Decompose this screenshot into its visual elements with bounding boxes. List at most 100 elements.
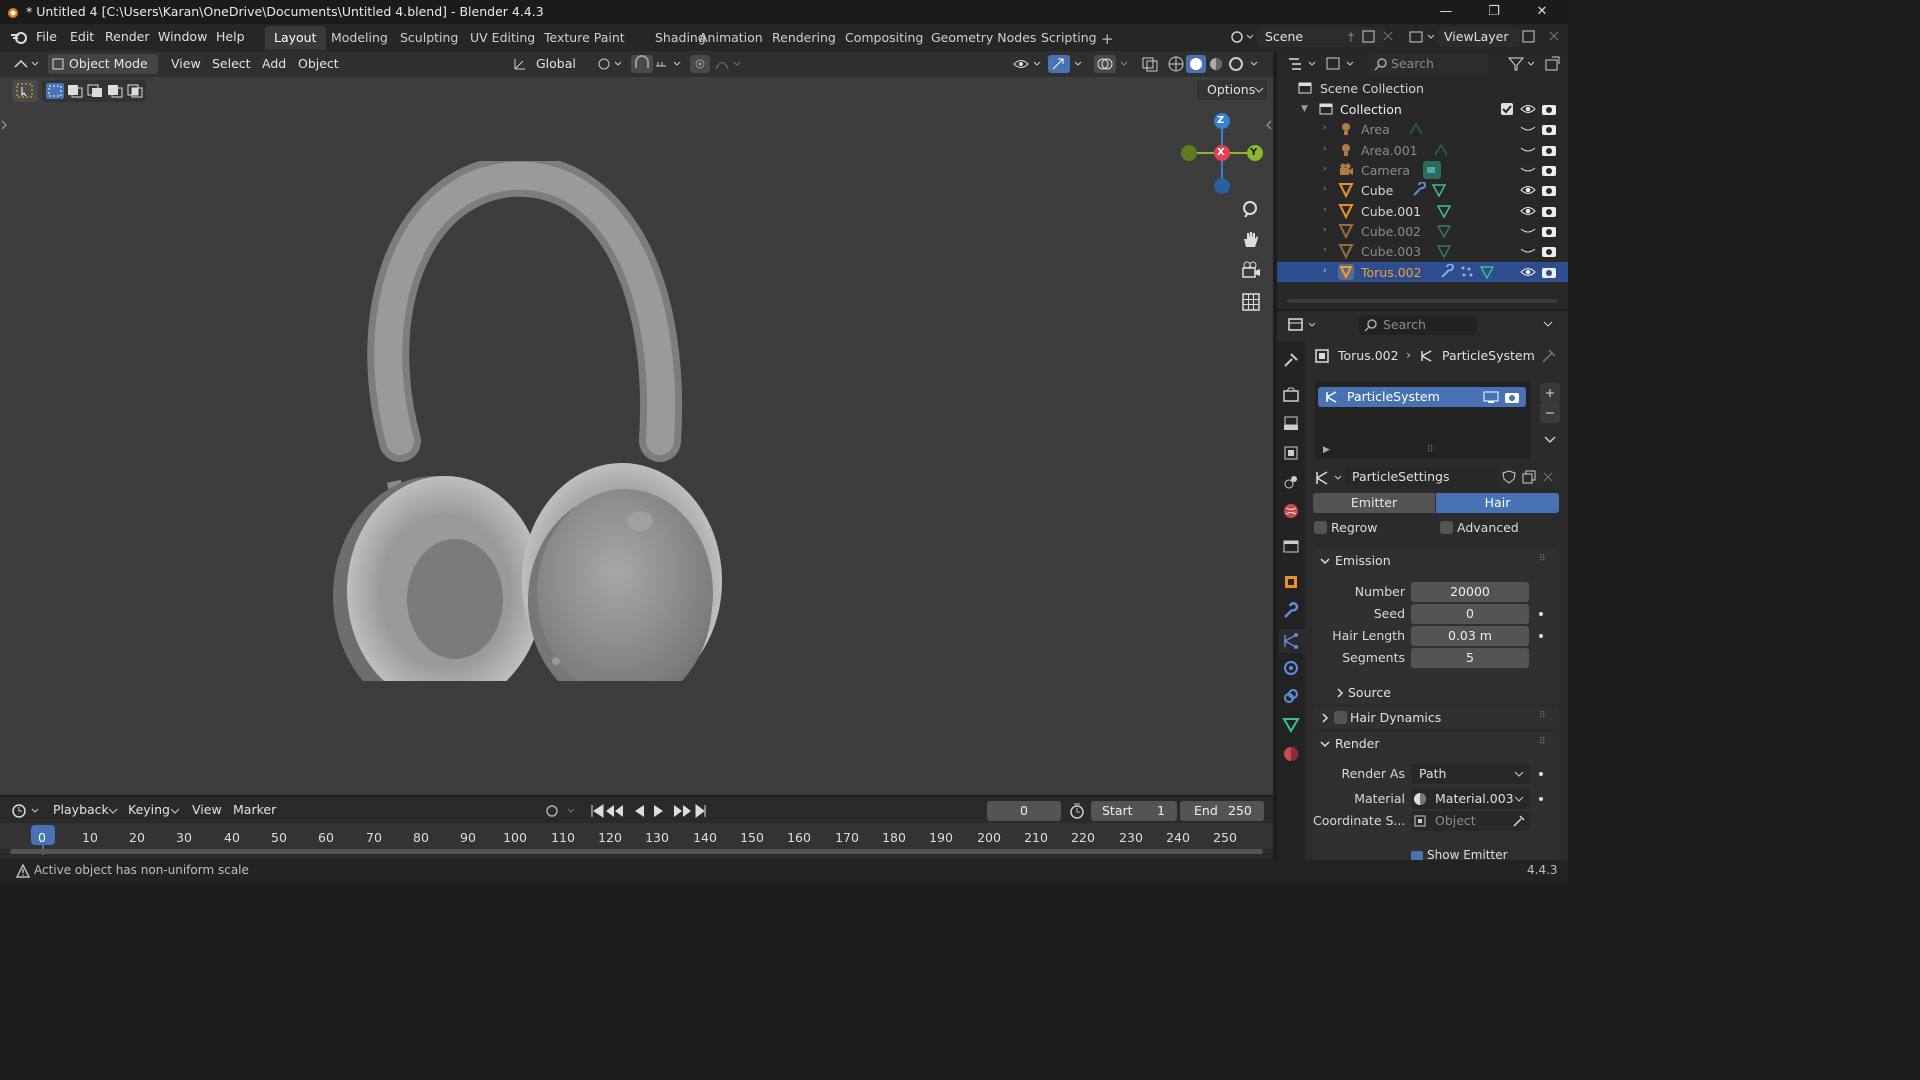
mesh-data-icon[interactable]	[1436, 223, 1452, 239]
new-scene-icon[interactable]	[1361, 28, 1377, 44]
viewport-menu-add[interactable]: Add	[262, 56, 286, 71]
number-field[interactable]: 20000	[1411, 582, 1529, 602]
particles-tab-icon[interactable]	[1282, 632, 1300, 650]
regrow-checkbox[interactable]	[1314, 521, 1327, 534]
new-view-layer-icon[interactable]	[1521, 28, 1537, 44]
start-frame-field[interactable]: Start 1	[1091, 801, 1177, 821]
select-difference-icon[interactable]	[106, 83, 124, 99]
shading-rendered-icon[interactable]	[1226, 55, 1246, 73]
list-expand-icon[interactable]: ▶	[1323, 445, 1330, 455]
scene-browse-icon[interactable]	[1229, 29, 1255, 45]
keyframe-dot-icon[interactable]	[1539, 612, 1543, 616]
headphones-model[interactable]	[320, 161, 740, 681]
tool-tab-icon[interactable]	[1282, 351, 1300, 369]
camera-view-icon[interactable]	[1240, 260, 1262, 282]
drag-grip-icon[interactable]: ⠿	[1539, 737, 1546, 747]
viewport-display-icon[interactable]	[1483, 390, 1499, 404]
select-new-icon[interactable]	[46, 83, 64, 99]
specials-dropdown-icon[interactable]	[1542, 431, 1558, 447]
remove-particle-system-button[interactable]: −	[1540, 403, 1560, 423]
menu-edit[interactable]: Edit	[70, 29, 94, 44]
blender-menu-icon[interactable]	[10, 29, 28, 45]
delete-scene-icon[interactable]	[1381, 29, 1395, 43]
camera-render-icon[interactable]	[1541, 102, 1557, 116]
tab-scripting[interactable]: Scripting	[1032, 26, 1106, 50]
mesh-data-icon[interactable]	[1479, 264, 1495, 280]
pin-icon[interactable]	[1345, 31, 1357, 43]
tab-compositing[interactable]: Compositing	[836, 26, 932, 50]
select-tool-button[interactable]	[12, 80, 38, 102]
outliner-row-cube[interactable]: › Cube	[1277, 180, 1568, 200]
scene-tab-icon[interactable]	[1282, 473, 1300, 491]
snap-toggle-icon[interactable]	[631, 55, 653, 73]
eye-icon[interactable]	[1520, 204, 1536, 218]
eye-icon[interactable]	[1520, 183, 1536, 197]
close-button[interactable]: ✕	[1532, 3, 1552, 21]
orientation-dropdown[interactable]: Global	[536, 56, 576, 71]
eye-closed-icon[interactable]	[1520, 226, 1536, 236]
filter-icon[interactable]	[1507, 55, 1537, 73]
mesh-data-icon[interactable]	[1431, 182, 1447, 198]
3d-viewport[interactable]: Object Mode View Select Add Object Globa…	[0, 51, 1273, 795]
tab-texture-paint[interactable]: Texture Paint	[535, 26, 634, 50]
eye-closed-icon[interactable]	[1520, 165, 1536, 175]
camera-render-icon[interactable]	[1541, 122, 1557, 136]
playback-controls[interactable]	[588, 801, 710, 821]
keyframe-dot-icon[interactable]	[1539, 797, 1543, 801]
breadcrumb-system[interactable]: ParticleSystem	[1442, 348, 1535, 363]
world-tab-icon[interactable]	[1282, 502, 1300, 520]
eye-icon[interactable]	[1520, 102, 1536, 116]
keyframe-dot-icon[interactable]	[1539, 634, 1543, 638]
marker-menu[interactable]: Marker	[233, 802, 276, 817]
material-tab-icon[interactable]	[1282, 745, 1300, 763]
shading-wireframe-icon[interactable]	[1166, 55, 1186, 73]
tab-animation[interactable]: Animation	[690, 26, 772, 50]
physics-tab-icon[interactable]	[1282, 659, 1300, 677]
expand-icon[interactable]: ›	[1323, 123, 1327, 133]
advanced-checkbox[interactable]	[1440, 521, 1453, 534]
segments-field[interactable]: 5	[1411, 648, 1529, 668]
mesh-data-icon[interactable]	[1436, 203, 1452, 219]
hair-length-field[interactable]: 0.03 m	[1411, 626, 1529, 646]
tab-emitter[interactable]: Emitter	[1313, 493, 1435, 513]
eye-closed-icon[interactable]	[1520, 145, 1536, 155]
emission-panel-header[interactable]: Emission ⠿	[1313, 549, 1559, 573]
playback-menu[interactable]: Playback	[53, 802, 109, 817]
expand-icon[interactable]: ›	[1323, 225, 1327, 235]
menu-help[interactable]: Help	[216, 29, 245, 44]
gizmo-toggle-icon[interactable]	[1048, 55, 1070, 73]
collection-row[interactable]: ▼ Collection	[1277, 99, 1568, 119]
collection-tab-icon[interactable]	[1282, 537, 1300, 555]
tab-layout[interactable]: Layout	[265, 26, 326, 50]
camera-data-icon[interactable]	[1423, 161, 1441, 179]
list-resize-grip-icon[interactable]: ⠿	[1427, 445, 1434, 455]
collapse-icon[interactable]: ▼	[1301, 104, 1308, 114]
tab-hair[interactable]: Hair	[1436, 493, 1559, 513]
snap-target-icon[interactable]	[654, 56, 684, 72]
particle-system-icon[interactable]	[1459, 264, 1475, 280]
keyframe-dot-icon[interactable]	[1539, 772, 1543, 776]
proportional-edit-icon[interactable]	[690, 55, 710, 73]
proportional-falloff-icon[interactable]	[714, 56, 742, 72]
menu-window[interactable]: Window	[158, 29, 207, 44]
select-subtract-icon[interactable]	[86, 83, 104, 99]
shading-dropdown-icon[interactable]	[1248, 56, 1262, 72]
tab-sculpting[interactable]: Sculpting	[391, 26, 467, 50]
seed-field[interactable]: 0	[1411, 604, 1529, 624]
particle-system-item[interactable]: ParticleSystem	[1318, 387, 1526, 407]
add-particle-system-button[interactable]: +	[1540, 383, 1560, 403]
data-tab-icon[interactable]	[1282, 716, 1300, 734]
properties-search-field[interactable]: Search	[1359, 315, 1477, 335]
overlay-toggle-icon[interactable]	[1094, 55, 1116, 73]
new-collection-icon[interactable]	[1543, 55, 1563, 73]
timeline-scrollbar[interactable]	[10, 849, 1263, 854]
camera-render-icon[interactable]	[1541, 224, 1557, 238]
light-data-icon[interactable]	[1408, 122, 1424, 136]
constraints-tab-icon[interactable]	[1282, 687, 1300, 705]
outliner-row-area[interactable]: › Area	[1277, 119, 1568, 139]
modifier-wrench-icon[interactable]	[1411, 182, 1427, 198]
breadcrumb-object[interactable]: Torus.002	[1338, 348, 1399, 363]
tab-modeling[interactable]: Modeling	[322, 26, 397, 50]
outliner-row-camera[interactable]: › Camera	[1277, 160, 1568, 180]
properties-editor-type-icon[interactable]	[1287, 316, 1319, 334]
